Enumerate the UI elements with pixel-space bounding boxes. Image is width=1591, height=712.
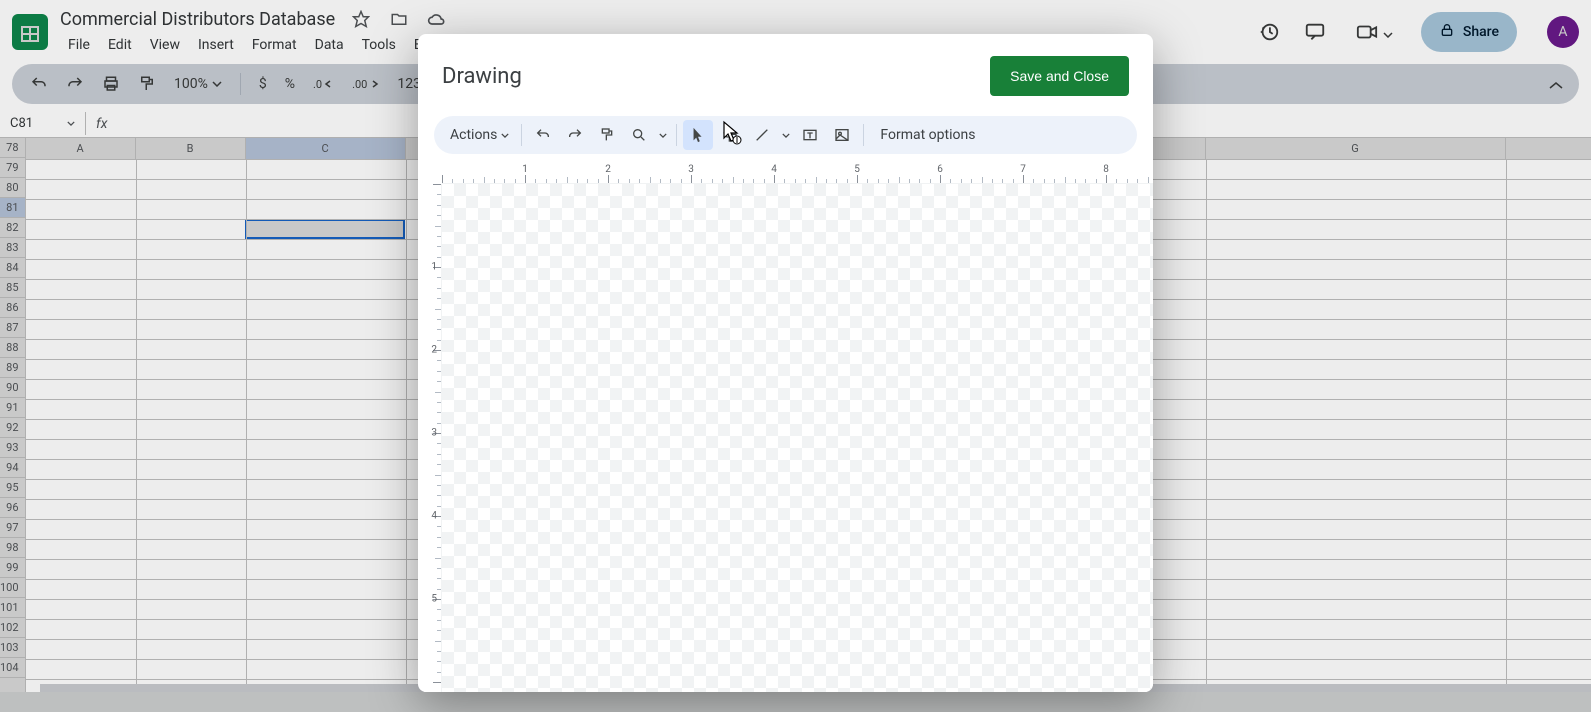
- zoom-dropdown[interactable]: [656, 133, 670, 138]
- line-dropdown[interactable]: [779, 133, 793, 138]
- modal-title: Drawing: [442, 64, 990, 89]
- undo-button[interactable]: [528, 120, 558, 150]
- shape-tool[interactable]: [715, 120, 745, 150]
- text-box-tool[interactable]: [795, 120, 825, 150]
- horizontal-ruler[interactable]: 12345678: [442, 162, 1153, 184]
- select-tool[interactable]: [683, 120, 713, 150]
- zoom-button[interactable]: [624, 120, 654, 150]
- drawing-canvas[interactable]: [442, 184, 1153, 692]
- drawing-toolbar: Actions Format options: [434, 116, 1137, 154]
- actions-label: Actions: [450, 127, 497, 143]
- redo-button[interactable]: [560, 120, 590, 150]
- image-tool[interactable]: [827, 120, 857, 150]
- save-and-close-button[interactable]: Save and Close: [990, 56, 1129, 96]
- actions-menu[interactable]: Actions: [444, 123, 515, 147]
- drawing-canvas-area: 12345678 12345: [418, 162, 1153, 692]
- drawing-modal: Drawing Save and Close Actions Format op…: [418, 34, 1153, 692]
- paint-format-button[interactable]: [592, 120, 622, 150]
- vertical-ruler[interactable]: 12345: [424, 184, 442, 692]
- line-tool[interactable]: [747, 120, 777, 150]
- format-options-button[interactable]: Format options: [870, 123, 985, 147]
